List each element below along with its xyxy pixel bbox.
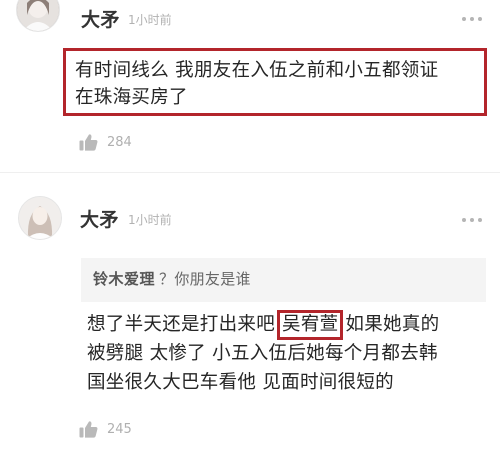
- like-count: 284: [107, 135, 132, 150]
- comment-timestamp: 1小时前: [128, 13, 172, 27]
- comment-divider: [0, 172, 500, 173]
- reply-text-part: 想了半天还是打出来吧: [87, 314, 276, 335]
- comment-reply-text: 想了半天还是打出来吧 吴宥萱 如果她真的 被劈腿 太惨了 小五入伍后她每个月都去韩 …: [87, 310, 487, 397]
- comment-text-line: 国坐很久大巴车看他 见面时间很短的: [87, 371, 394, 393]
- comment-username[interactable]: 大矛: [81, 10, 120, 30]
- comment-text-line: 被劈腿 太惨了 小五入伍后她每个月都去韩: [87, 343, 438, 364]
- comment-feed: 大矛 1小时前 有时间线么 我朋友在入伍之前和小五都领证 在珠海买房了 284 …: [0, 0, 500, 458]
- quoted-text: ？你朋友是谁: [159, 270, 251, 288]
- more-dots-icon[interactable]: [461, 16, 483, 22]
- comment-text-highlighted: 有时间线么 我朋友在入伍之前和小五都领证 在珠海买房了: [63, 48, 487, 116]
- quoted-comment[interactable]: 铃木爱理 ？你朋友是谁: [81, 258, 486, 302]
- comment-timestamp: 1小时前: [128, 213, 172, 227]
- reply-text-part: 如果她真的: [345, 314, 440, 335]
- user-avatar[interactable]: [16, 0, 60, 32]
- comment-username[interactable]: 大矛: [80, 210, 119, 230]
- thumbs-up-icon[interactable]: [79, 133, 98, 151]
- quoted-username[interactable]: 铃木爱理: [93, 270, 155, 288]
- comment-text-line: 在珠海买房了: [75, 87, 188, 108]
- thumbs-up-icon[interactable]: [79, 420, 98, 438]
- comment-text-line: 有时间线么 我朋友在入伍之前和小五都领证: [75, 60, 439, 81]
- like-count: 245: [107, 422, 132, 437]
- user-avatar[interactable]: [18, 196, 62, 240]
- more-dots-icon[interactable]: [461, 217, 483, 223]
- comment-text-line: 想了半天还是打出来吧 吴宥萱 如果她真的: [87, 310, 487, 340]
- highlighted-name: 吴宥萱: [277, 310, 344, 340]
